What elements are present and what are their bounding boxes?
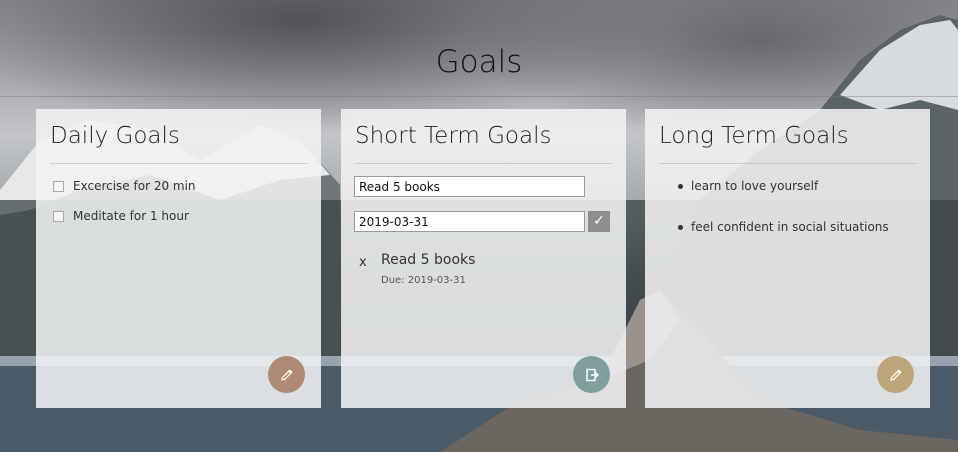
daily-goals-card: Daily Goals Excercise for 20 min Meditat… — [36, 109, 321, 408]
checkbox[interactable] — [53, 210, 64, 222]
short-term-goals-divider — [355, 163, 612, 164]
checkmark-icon: ✓ — [593, 213, 605, 229]
long-term-goals-divider — [659, 163, 916, 164]
long-term-goal-label: feel confident in social situations — [691, 220, 889, 234]
pencil-icon — [280, 368, 293, 381]
short-term-goals-card: Short Term Goals ✓ x Read 5 books Due: 2… — [341, 109, 626, 408]
exit-icon — [585, 368, 599, 381]
pencil-icon — [889, 368, 902, 381]
short-term-exit-button[interactable] — [573, 356, 610, 393]
daily-goal-item[interactable]: Excercise for 20 min — [53, 179, 196, 193]
goal-date-input[interactable] — [354, 211, 585, 232]
long-term-goals-card: Long Term Goals learn to love yourself f… — [645, 109, 930, 408]
goal-due-date: Due: 2019-03-31 — [381, 275, 466, 286]
title-divider — [0, 96, 958, 97]
daily-goal-label: Excercise for 20 min — [73, 179, 196, 193]
long-term-goal-item: feel confident in social situations — [678, 220, 889, 234]
daily-goal-label: Meditate for 1 hour — [73, 209, 189, 223]
daily-goals-divider — [50, 163, 307, 164]
bullet-icon — [678, 183, 683, 189]
daily-edit-button[interactable] — [268, 356, 305, 393]
checkbox[interactable] — [53, 180, 64, 192]
add-goal-button[interactable]: ✓ — [588, 211, 610, 232]
long-term-goal-label: learn to love yourself — [691, 179, 819, 193]
long-term-edit-button[interactable] — [877, 356, 914, 393]
bullet-icon — [678, 224, 683, 230]
daily-goals-title: Daily Goals — [50, 123, 180, 149]
long-term-goal-item: learn to love yourself — [678, 179, 818, 193]
goal-name: Read 5 books — [381, 252, 476, 268]
remove-goal-button[interactable]: x — [359, 255, 367, 270]
goal-name-input[interactable] — [354, 176, 585, 197]
long-term-goals-title: Long Term Goals — [659, 123, 849, 149]
page-title: Goals — [435, 44, 523, 80]
short-term-goals-title: Short Term Goals — [355, 123, 552, 149]
daily-goal-item[interactable]: Meditate for 1 hour — [53, 209, 189, 223]
